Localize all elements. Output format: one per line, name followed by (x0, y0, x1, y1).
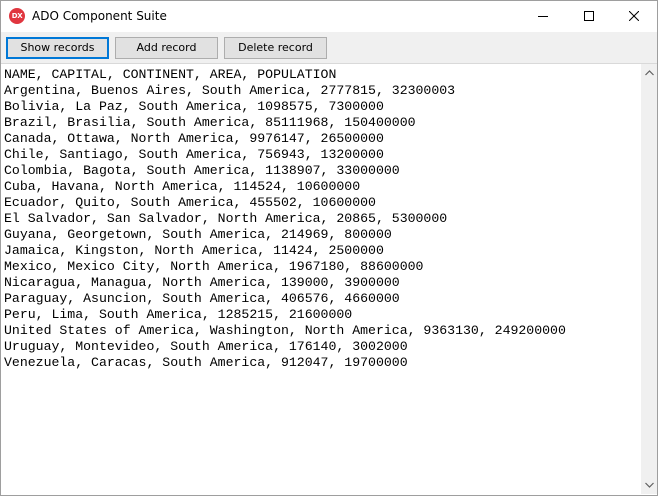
maximize-icon (584, 11, 594, 21)
record-line: Paraguay, Asuncion, South America, 40657… (4, 291, 400, 306)
record-line: Bolivia, La Paz, South America, 1098575,… (4, 99, 384, 114)
record-line: El Salvador, San Salvador, North America… (4, 211, 448, 226)
app-icon[interactable]: DX (9, 8, 25, 24)
record-line: Ecuador, Quito, South America, 455502, 1… (4, 195, 376, 210)
header-line: NAME, CAPITAL, CONTINENT, AREA, POPULATI… (4, 67, 337, 82)
show-records-button[interactable]: Show records (6, 37, 109, 59)
scroll-up-arrow-icon[interactable] (645, 70, 654, 76)
app-window: DX ADO Component Suite Show records Add … (0, 0, 658, 496)
record-line: Argentina, Buenos Aires, South America, … (4, 83, 456, 98)
toolbar: Show records Add record Delete record (1, 32, 657, 63)
scroll-down-arrow-icon[interactable] (645, 482, 654, 488)
window-title: ADO Component Suite (32, 9, 167, 23)
record-line: Nicaragua, Managua, North America, 13900… (4, 275, 400, 290)
record-line: Jamaica, Kingston, North America, 11424,… (4, 243, 384, 258)
records-text[interactable]: NAME, CAPITAL, CONTINENT, AREA, POPULATI… (4, 67, 637, 493)
record-line: Brazil, Brasilia, South America, 8511196… (4, 115, 416, 130)
record-line: Chile, Santiago, South America, 756943, … (4, 147, 384, 162)
close-button[interactable] (611, 1, 657, 32)
minimize-button[interactable] (520, 1, 566, 32)
record-line: Venezuela, Caracas, South America, 91204… (4, 355, 408, 370)
record-line: Mexico, Mexico City, North America, 1967… (4, 259, 424, 274)
add-record-button[interactable]: Add record (115, 37, 218, 59)
records-memo[interactable]: NAME, CAPITAL, CONTINENT, AREA, POPULATI… (1, 63, 657, 495)
record-line: Peru, Lima, South America, 1285215, 2160… (4, 307, 353, 322)
title-bar[interactable]: DX ADO Component Suite (1, 1, 657, 32)
record-line: United States of America, Washington, No… (4, 323, 566, 338)
vertical-scrollbar[interactable] (640, 64, 657, 494)
delete-record-button[interactable]: Delete record (224, 37, 327, 59)
minimize-icon (538, 16, 548, 17)
record-line: Canada, Ottawa, North America, 9976147, … (4, 131, 384, 146)
record-line: Uruguay, Montevideo, South America, 1761… (4, 339, 408, 354)
record-line: Cuba, Havana, North America, 114524, 106… (4, 179, 361, 194)
record-line: Guyana, Georgetown, South America, 21496… (4, 227, 392, 242)
record-line: Colombia, Bagota, South America, 1138907… (4, 163, 400, 178)
maximize-button[interactable] (566, 1, 612, 32)
close-icon (629, 11, 639, 21)
